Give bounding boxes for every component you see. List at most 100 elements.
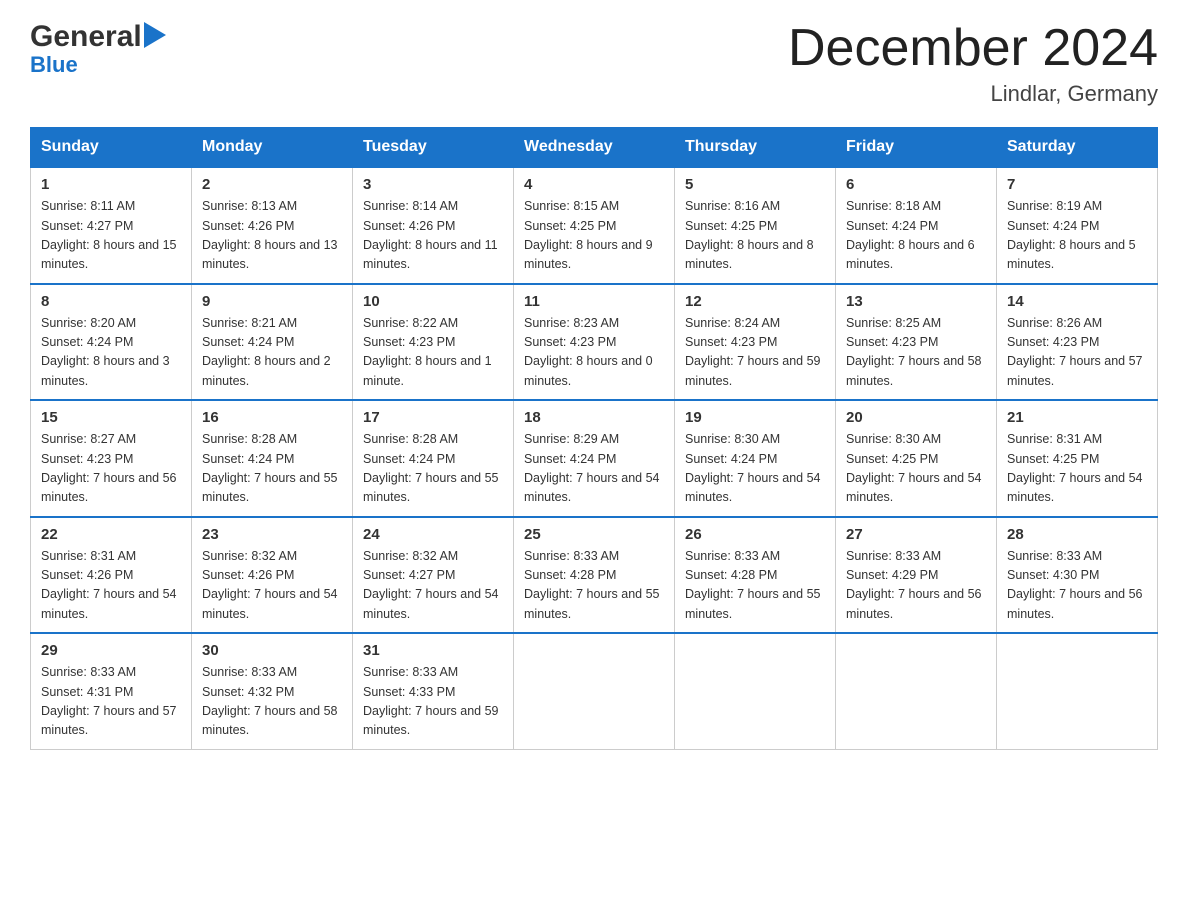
col-thursday: Thursday bbox=[675, 128, 836, 168]
day-number: 24 bbox=[363, 526, 503, 543]
logo-general-text: General bbox=[30, 20, 142, 54]
table-row: 11 Sunrise: 8:23 AMSunset: 4:23 PMDaylig… bbox=[514, 284, 675, 401]
day-info: Sunrise: 8:15 AMSunset: 4:25 PMDaylight:… bbox=[524, 199, 653, 271]
day-info: Sunrise: 8:21 AMSunset: 4:24 PMDaylight:… bbox=[202, 316, 331, 388]
day-info: Sunrise: 8:11 AMSunset: 4:27 PMDaylight:… bbox=[41, 199, 177, 271]
calendar-header: Sunday Monday Tuesday Wednesday Thursday… bbox=[31, 128, 1158, 168]
col-friday: Friday bbox=[836, 128, 997, 168]
table-row: 21 Sunrise: 8:31 AMSunset: 4:25 PMDaylig… bbox=[997, 400, 1158, 517]
table-row: 19 Sunrise: 8:30 AMSunset: 4:24 PMDaylig… bbox=[675, 400, 836, 517]
day-info: Sunrise: 8:14 AMSunset: 4:26 PMDaylight:… bbox=[363, 199, 498, 271]
day-number: 2 bbox=[202, 176, 342, 193]
table-row: 9 Sunrise: 8:21 AMSunset: 4:24 PMDayligh… bbox=[192, 284, 353, 401]
day-number: 19 bbox=[685, 409, 825, 426]
table-row: 5 Sunrise: 8:16 AMSunset: 4:25 PMDayligh… bbox=[675, 167, 836, 284]
table-row: 18 Sunrise: 8:29 AMSunset: 4:24 PMDaylig… bbox=[514, 400, 675, 517]
table-row bbox=[997, 633, 1158, 749]
day-info: Sunrise: 8:33 AMSunset: 4:30 PMDaylight:… bbox=[1007, 549, 1143, 621]
day-info: Sunrise: 8:30 AMSunset: 4:25 PMDaylight:… bbox=[846, 432, 982, 504]
table-row bbox=[675, 633, 836, 749]
day-number: 20 bbox=[846, 409, 986, 426]
col-tuesday: Tuesday bbox=[353, 128, 514, 168]
table-row: 29 Sunrise: 8:33 AMSunset: 4:31 PMDaylig… bbox=[31, 633, 192, 749]
day-number: 3 bbox=[363, 176, 503, 193]
table-row: 30 Sunrise: 8:33 AMSunset: 4:32 PMDaylig… bbox=[192, 633, 353, 749]
location-label: Lindlar, Germany bbox=[788, 81, 1158, 107]
calendar-body: 1 Sunrise: 8:11 AMSunset: 4:27 PMDayligh… bbox=[31, 167, 1158, 749]
table-row: 25 Sunrise: 8:33 AMSunset: 4:28 PMDaylig… bbox=[514, 517, 675, 634]
day-number: 9 bbox=[202, 293, 342, 310]
day-info: Sunrise: 8:20 AMSunset: 4:24 PMDaylight:… bbox=[41, 316, 170, 388]
day-number: 17 bbox=[363, 409, 503, 426]
day-number: 14 bbox=[1007, 293, 1147, 310]
table-row: 23 Sunrise: 8:32 AMSunset: 4:26 PMDaylig… bbox=[192, 517, 353, 634]
day-number: 29 bbox=[41, 642, 181, 659]
title-area: December 2024 Lindlar, Germany bbox=[788, 20, 1158, 107]
day-info: Sunrise: 8:33 AMSunset: 4:31 PMDaylight:… bbox=[41, 665, 177, 737]
day-number: 1 bbox=[41, 176, 181, 193]
day-info: Sunrise: 8:28 AMSunset: 4:24 PMDaylight:… bbox=[363, 432, 499, 504]
col-wednesday: Wednesday bbox=[514, 128, 675, 168]
day-number: 12 bbox=[685, 293, 825, 310]
table-row: 10 Sunrise: 8:22 AMSunset: 4:23 PMDaylig… bbox=[353, 284, 514, 401]
table-row: 2 Sunrise: 8:13 AMSunset: 4:26 PMDayligh… bbox=[192, 167, 353, 284]
day-number: 13 bbox=[846, 293, 986, 310]
day-number: 11 bbox=[524, 293, 664, 310]
table-row: 28 Sunrise: 8:33 AMSunset: 4:30 PMDaylig… bbox=[997, 517, 1158, 634]
table-row: 4 Sunrise: 8:15 AMSunset: 4:25 PMDayligh… bbox=[514, 167, 675, 284]
page-header: General Blue December 2024 Lindlar, Germ… bbox=[30, 20, 1158, 107]
day-number: 25 bbox=[524, 526, 664, 543]
day-info: Sunrise: 8:22 AMSunset: 4:23 PMDaylight:… bbox=[363, 316, 492, 388]
logo-triangle-icon bbox=[144, 22, 166, 48]
day-number: 5 bbox=[685, 176, 825, 193]
day-number: 26 bbox=[685, 526, 825, 543]
day-info: Sunrise: 8:19 AMSunset: 4:24 PMDaylight:… bbox=[1007, 199, 1136, 271]
day-number: 18 bbox=[524, 409, 664, 426]
day-number: 7 bbox=[1007, 176, 1147, 193]
day-info: Sunrise: 8:16 AMSunset: 4:25 PMDaylight:… bbox=[685, 199, 814, 271]
day-info: Sunrise: 8:32 AMSunset: 4:27 PMDaylight:… bbox=[363, 549, 499, 621]
table-row: 27 Sunrise: 8:33 AMSunset: 4:29 PMDaylig… bbox=[836, 517, 997, 634]
logo-blue-text: Blue bbox=[30, 52, 78, 78]
day-number: 16 bbox=[202, 409, 342, 426]
table-row: 3 Sunrise: 8:14 AMSunset: 4:26 PMDayligh… bbox=[353, 167, 514, 284]
day-number: 23 bbox=[202, 526, 342, 543]
day-info: Sunrise: 8:31 AMSunset: 4:26 PMDaylight:… bbox=[41, 549, 177, 621]
day-number: 21 bbox=[1007, 409, 1147, 426]
month-title: December 2024 bbox=[788, 20, 1158, 77]
table-row: 14 Sunrise: 8:26 AMSunset: 4:23 PMDaylig… bbox=[997, 284, 1158, 401]
day-info: Sunrise: 8:24 AMSunset: 4:23 PMDaylight:… bbox=[685, 316, 821, 388]
day-number: 31 bbox=[363, 642, 503, 659]
col-saturday: Saturday bbox=[997, 128, 1158, 168]
day-info: Sunrise: 8:13 AMSunset: 4:26 PMDaylight:… bbox=[202, 199, 338, 271]
day-info: Sunrise: 8:27 AMSunset: 4:23 PMDaylight:… bbox=[41, 432, 177, 504]
col-sunday: Sunday bbox=[31, 128, 192, 168]
day-info: Sunrise: 8:30 AMSunset: 4:24 PMDaylight:… bbox=[685, 432, 821, 504]
table-row: 1 Sunrise: 8:11 AMSunset: 4:27 PMDayligh… bbox=[31, 167, 192, 284]
day-info: Sunrise: 8:33 AMSunset: 4:33 PMDaylight:… bbox=[363, 665, 499, 737]
day-number: 15 bbox=[41, 409, 181, 426]
day-number: 10 bbox=[363, 293, 503, 310]
table-row: 8 Sunrise: 8:20 AMSunset: 4:24 PMDayligh… bbox=[31, 284, 192, 401]
day-number: 28 bbox=[1007, 526, 1147, 543]
day-info: Sunrise: 8:31 AMSunset: 4:25 PMDaylight:… bbox=[1007, 432, 1143, 504]
table-row bbox=[836, 633, 997, 749]
table-row: 26 Sunrise: 8:33 AMSunset: 4:28 PMDaylig… bbox=[675, 517, 836, 634]
day-info: Sunrise: 8:33 AMSunset: 4:28 PMDaylight:… bbox=[524, 549, 660, 621]
table-row: 15 Sunrise: 8:27 AMSunset: 4:23 PMDaylig… bbox=[31, 400, 192, 517]
day-info: Sunrise: 8:23 AMSunset: 4:23 PMDaylight:… bbox=[524, 316, 653, 388]
table-row: 13 Sunrise: 8:25 AMSunset: 4:23 PMDaylig… bbox=[836, 284, 997, 401]
table-row: 6 Sunrise: 8:18 AMSunset: 4:24 PMDayligh… bbox=[836, 167, 997, 284]
day-info: Sunrise: 8:26 AMSunset: 4:23 PMDaylight:… bbox=[1007, 316, 1143, 388]
table-row: 7 Sunrise: 8:19 AMSunset: 4:24 PMDayligh… bbox=[997, 167, 1158, 284]
day-number: 6 bbox=[846, 176, 986, 193]
table-row: 17 Sunrise: 8:28 AMSunset: 4:24 PMDaylig… bbox=[353, 400, 514, 517]
day-info: Sunrise: 8:33 AMSunset: 4:28 PMDaylight:… bbox=[685, 549, 821, 621]
day-info: Sunrise: 8:28 AMSunset: 4:24 PMDaylight:… bbox=[202, 432, 338, 504]
col-monday: Monday bbox=[192, 128, 353, 168]
table-row: 31 Sunrise: 8:33 AMSunset: 4:33 PMDaylig… bbox=[353, 633, 514, 749]
day-info: Sunrise: 8:33 AMSunset: 4:29 PMDaylight:… bbox=[846, 549, 982, 621]
day-info: Sunrise: 8:32 AMSunset: 4:26 PMDaylight:… bbox=[202, 549, 338, 621]
day-info: Sunrise: 8:25 AMSunset: 4:23 PMDaylight:… bbox=[846, 316, 982, 388]
day-number: 8 bbox=[41, 293, 181, 310]
